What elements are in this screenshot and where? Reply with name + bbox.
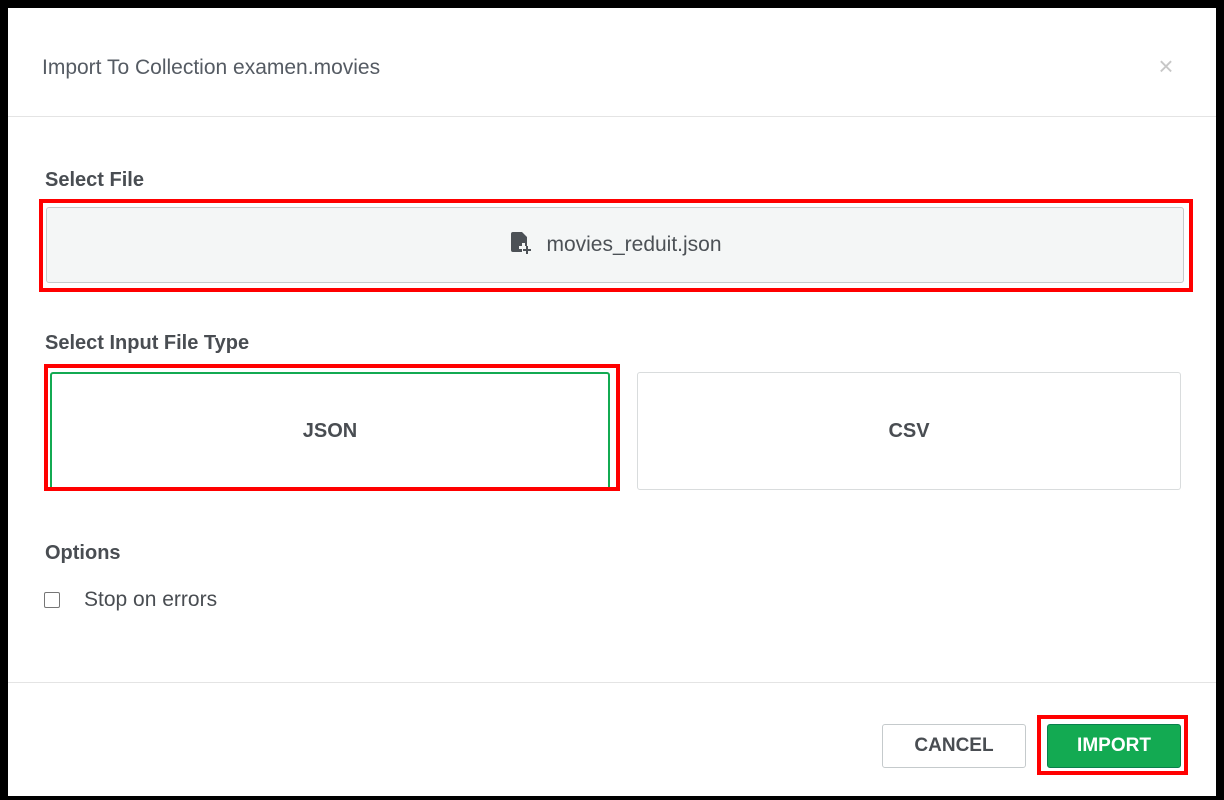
file-type-json-button[interactable]: JSON (50, 372, 610, 490)
dialog-footer: CANCEL IMPORT (8, 682, 1216, 796)
file-name: movies_reduit.json (546, 233, 722, 256)
import-dialog: Import To Collection examen.movies × Sel… (8, 8, 1216, 796)
import-button-label: IMPORT (1077, 735, 1151, 756)
file-type-csv-label: CSV (888, 419, 930, 442)
select-file-label: Select File (45, 169, 144, 191)
stop-on-errors-label: Stop on errors (84, 588, 218, 611)
select-file-type-label: Select Input File Type (45, 332, 250, 354)
cancel-button[interactable]: CANCEL (882, 724, 1026, 768)
dialog-header: Import To Collection examen.movies × (8, 8, 1216, 117)
stop-on-errors-checkbox[interactable] (44, 592, 60, 608)
file-add-icon (508, 230, 534, 261)
options-label: Options (45, 542, 121, 564)
dialog-title: Import To Collection examen.movies (42, 56, 381, 79)
close-icon[interactable]: × (1154, 52, 1178, 80)
stop-on-errors-option[interactable]: Stop on errors (44, 588, 217, 612)
cancel-button-label: CANCEL (914, 735, 994, 756)
import-button[interactable]: IMPORT (1047, 724, 1181, 768)
select-file-button[interactable]: movies_reduit.json (46, 207, 1184, 283)
file-type-csv-button[interactable]: CSV (637, 372, 1181, 490)
file-type-json-label: JSON (302, 419, 358, 442)
